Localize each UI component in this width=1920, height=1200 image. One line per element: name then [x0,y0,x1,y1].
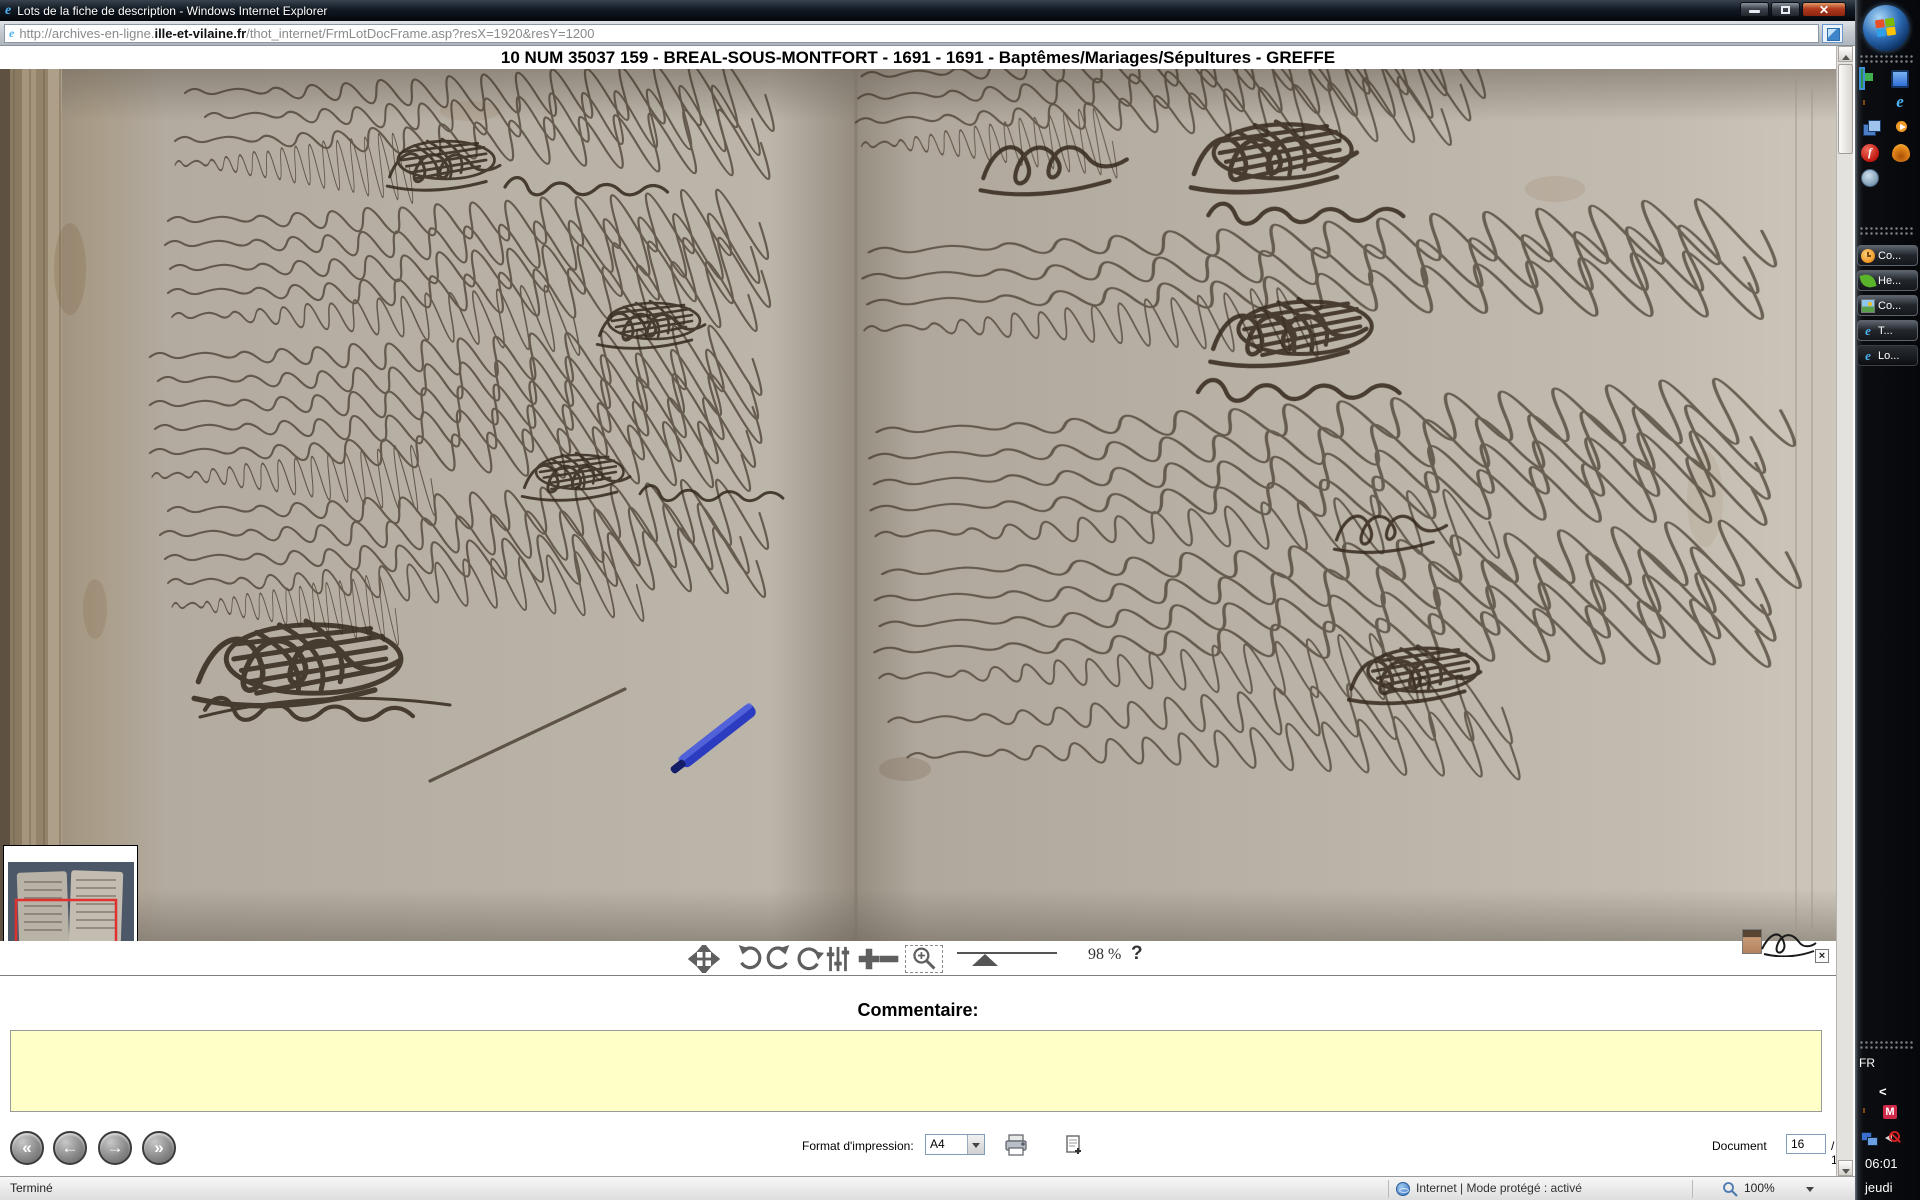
taskbar-button-label: Lo... [1878,350,1899,362]
browser-zoom-level[interactable]: 100% [1744,1181,1775,1195]
app-clock-icon [1861,249,1875,263]
print-format-select[interactable]: A4 [925,1134,985,1155]
pan-icon[interactable] [688,945,720,973]
page-zoom-icon[interactable] [1722,1181,1738,1197]
quicklaunch-ie-icon[interactable]: e [1891,94,1909,112]
print-format-value: A4 [930,1137,945,1151]
close-button[interactable]: ✕ [1802,2,1846,17]
ie-window-icon: e [1861,349,1875,363]
leaf-icon [1859,272,1876,289]
taskbar-button-4[interactable]: eT... [1857,320,1918,341]
document-counter-label: Document [1712,1139,1767,1153]
quicklaunch-desktop-icon[interactable] [1891,70,1909,88]
windows-taskbar: e f Co... He... Co... eT... eLo... FR < … [1855,0,1920,1200]
quicklaunch-phoenix-icon[interactable] [1892,144,1910,162]
windows-flag-icon [1875,18,1896,37]
rotate-left-icon[interactable] [733,945,765,973]
chevron-down-icon[interactable] [967,1135,984,1154]
ie-icon: e [5,4,11,18]
start-button[interactable] [1863,5,1909,51]
taskbar-button-5-active[interactable]: eLo... [1857,345,1918,366]
taskbar-button-label: Co... [1878,250,1901,262]
viewer-close-icon[interactable]: × [1815,949,1829,963]
zoom-slider-handle[interactable] [972,954,998,966]
tray-clock-day: jeudi [1865,1180,1920,1195]
tray-expand-chevron[interactable]: < [1879,1084,1920,1099]
previous-page-button[interactable]: ← [53,1131,87,1165]
document-title: 10 NUM 35037 159 - BREAL-SOUS-MONTFORT -… [0,46,1836,69]
scroll-up-icon[interactable] [1838,46,1853,62]
print-button[interactable] [1004,1134,1028,1156]
portrait-icon[interactable] [1742,929,1762,954]
scroll-down-icon[interactable] [1838,1160,1853,1176]
window-titlebar[interactable]: e Lots de la fiche de description - Wind… [0,0,1855,21]
taskbar-button-label: He... [1878,275,1901,287]
taskbar-button-1[interactable]: Co... [1857,245,1918,266]
mcafee-icon[interactable]: M [1883,1105,1897,1119]
photo-icon [1861,299,1875,313]
restore-button[interactable] [1771,2,1800,17]
help-button[interactable]: ? [1131,943,1143,965]
manuscript-viewport[interactable] [0,69,1836,941]
taskbar-button-2[interactable]: He... [1857,270,1918,291]
manuscript-image [0,69,1836,941]
language-indicator[interactable]: FR [1859,1056,1920,1070]
comment-heading: Commentaire: [0,1000,1836,1021]
levels-icon[interactable] [822,945,854,973]
comment-textarea[interactable] [10,1030,1822,1112]
taskbar-button-3[interactable]: Co... [1857,295,1918,316]
document-number-input[interactable]: 16 [1786,1134,1826,1154]
first-page-button[interactable]: « [10,1131,44,1165]
tray-clock-time[interactable]: 06:01 [1865,1156,1920,1171]
quicklaunch-flash-icon[interactable]: f [1861,144,1879,162]
address-input[interactable]: e http://archives-en-ligne.ille-et-vilai… [4,24,1819,43]
browser-status-bar: Terminé Internet | Mode protégé : activé… [0,1176,1855,1200]
window-title: Lots de la fiche de description - Window… [17,4,327,18]
go-button[interactable] [1822,24,1843,43]
protected-mode-text: Internet | Mode protégé : activé [1416,1181,1582,1195]
taskbar-button-label: Co... [1878,300,1901,312]
comment-section: Commentaire: « ← → » Format d'impression… [0,976,1836,1176]
browser-window: e Lots de la fiche de description - Wind… [0,0,1855,1200]
url-domain: ille-et-vilaine.fr [154,26,246,41]
status-text: Terminé [10,1181,53,1195]
quicklaunch-green-app-icon[interactable] [1861,69,1863,88]
zoom-out-icon[interactable] [877,945,901,973]
ie-window-icon: e [1861,324,1875,338]
internet-zone-icon [1396,1182,1410,1196]
last-page-button[interactable]: » [142,1131,176,1165]
vertical-scrollbar[interactable] [1836,46,1853,1176]
url-prefix: http://archives-en-ligne. [19,26,154,41]
export-icon[interactable] [1064,1134,1084,1156]
taskbar-button-label: T... [1878,325,1893,337]
url-path: /thot_internet/FrmLotDocFrame.asp?resX=1… [246,26,594,41]
print-format-label: Format d'impression: [802,1139,914,1153]
page-ie-icon: e [9,26,14,40]
scrollbar-thumb[interactable] [1838,64,1853,154]
address-bar: e http://archives-en-ligne.ille-et-vilai… [0,21,1855,46]
reset-rotation-icon[interactable] [793,945,825,973]
rotate-right-icon[interactable] [763,945,795,973]
viewer-toolbar: 98 % ? × [0,941,1836,976]
screen: e Lots de la fiche de description - Wind… [0,0,1920,1200]
next-page-button[interactable]: → [98,1131,132,1165]
magnifier-tool-icon[interactable] [905,945,943,973]
zoom-caret-icon[interactable] [1806,1187,1814,1192]
minimize-button[interactable] [1740,2,1769,17]
quicklaunch-globe-icon[interactable] [1861,169,1879,187]
signature-icon[interactable] [1760,927,1818,957]
zoom-percent: 98 % [1088,946,1121,964]
